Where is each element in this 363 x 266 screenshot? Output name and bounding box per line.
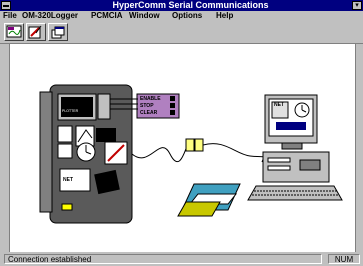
pcmcia-drive-icon	[177, 183, 241, 217]
enable-button[interactable]: ENABLE	[140, 96, 161, 102]
title-bar: HyperComm Serial Communications ▾	[0, 0, 363, 11]
chart-edit-icon	[28, 25, 42, 39]
status-bar: Connection established NUM	[0, 252, 363, 266]
cascade-windows-button[interactable]	[48, 23, 68, 41]
net-comm-button[interactable]	[4, 23, 24, 41]
toolbar	[0, 21, 363, 44]
menu-bar: File OM-320Logger PCMCIA Window Options …	[0, 11, 363, 21]
minimize-button[interactable]: ▾	[352, 1, 362, 10]
cascade-windows-icon	[51, 26, 65, 39]
connection-diagram: NET PLOTTER ENABLE STOP CLEAR NET	[39, 84, 343, 224]
serial-cable	[131, 143, 189, 163]
window-title: HyperComm Serial Communications	[112, 0, 269, 10]
pc-tower	[262, 151, 330, 183]
cable-adapter-icon	[185, 138, 204, 152]
monitor-net-label: NET	[274, 102, 284, 108]
stop-led-icon	[170, 103, 175, 108]
pc-cable	[202, 143, 264, 163]
workspace: NET PLOTTER ENABLE STOP CLEAR NET	[9, 44, 356, 252]
app-window: HyperComm Serial Communications ▾ File O…	[0, 0, 363, 266]
clear-button[interactable]: CLEAR	[140, 110, 158, 116]
logger-screen-text: PLOTTER	[62, 109, 79, 113]
om320-logger-device[interactable]	[39, 84, 133, 224]
status-message: Connection established	[4, 254, 322, 264]
chart-edit-button[interactable]	[26, 23, 46, 41]
logger-net-label: NET	[63, 177, 73, 183]
system-menu-button[interactable]	[1, 1, 11, 10]
menu-om320logger[interactable]: OM-320Logger	[22, 11, 78, 21]
system-menu-icon	[3, 5, 9, 7]
stop-button[interactable]: STOP	[140, 103, 154, 109]
net-comm-icon	[6, 25, 22, 38]
clear-led-icon	[170, 110, 175, 115]
enable-led-icon	[170, 96, 175, 101]
pc-monitor[interactable]	[264, 94, 318, 150]
menu-window[interactable]: Window	[129, 11, 160, 21]
num-lock-indicator: NUM	[328, 254, 360, 264]
menu-help[interactable]: Help	[216, 11, 233, 21]
keyboard-icon	[247, 185, 343, 201]
menu-file[interactable]: File	[3, 11, 17, 21]
menu-pcmcia[interactable]: PCMCIA	[91, 11, 123, 21]
menu-options[interactable]: Options	[172, 11, 202, 21]
